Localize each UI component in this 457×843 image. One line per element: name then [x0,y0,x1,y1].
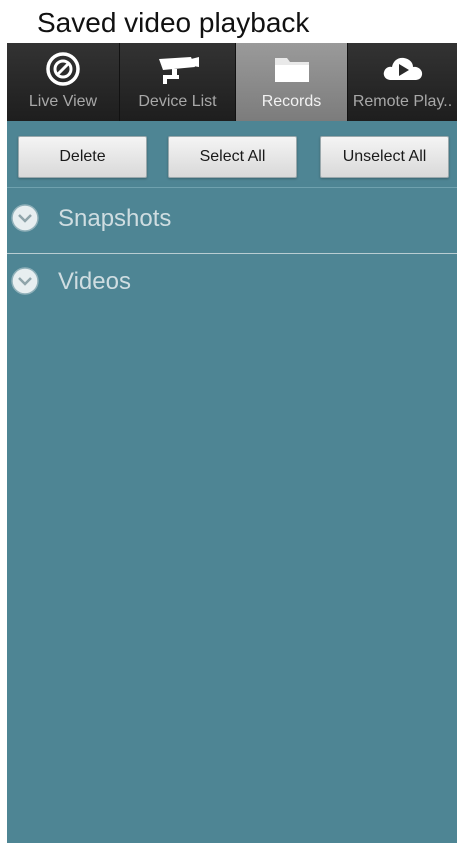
group-snapshots-label: Snapshots [58,205,172,232]
camera-icon [154,51,202,87]
app-screen: Live View Device List Records Remote Pla… [7,43,457,843]
tab-remote-play-label: Remote Play.. [352,93,453,110]
live-view-icon [39,51,87,87]
cloud-play-icon [379,51,427,87]
tab-live-view-label: Live View [28,93,98,110]
page-caption: Saved video playback [37,7,310,38]
screenshot-page: Saved video playback Live View Device Li… [0,0,457,843]
tab-records-label: Records [261,93,322,110]
folder-icon [268,51,316,87]
tab-device-list-label: Device List [138,93,217,110]
delete-button[interactable]: Delete [18,136,147,178]
tab-device-list[interactable]: Device List [120,43,236,121]
group-videos-label: Videos [58,268,131,295]
tab-remote-play[interactable]: Remote Play.. [348,43,457,121]
tab-records[interactable]: Records [236,43,348,121]
toolbar-divider [7,187,457,188]
unselect-all-button[interactable]: Unselect All [320,136,449,178]
tab-bar: Live View Device List Records Remote Pla… [7,43,457,121]
chevron-down-circle-icon [10,266,40,296]
records-toolbar: Delete Select All Unselect All [7,121,457,187]
select-all-button[interactable]: Select All [168,136,297,178]
group-videos[interactable]: Videos [7,256,457,316]
tab-live-view[interactable]: Live View [7,43,120,121]
group-snapshots[interactable]: Snapshots [7,193,457,254]
chevron-down-circle-icon [10,203,40,233]
